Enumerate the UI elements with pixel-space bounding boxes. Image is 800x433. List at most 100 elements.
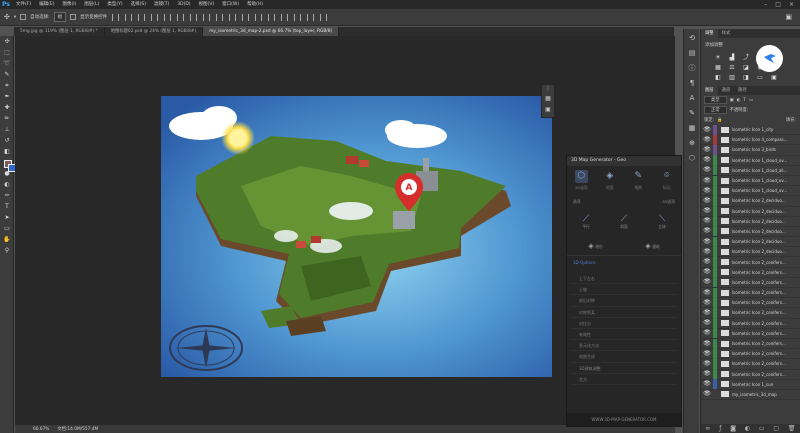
actions-panel-icon[interactable]: ▣ xyxy=(542,106,554,117)
distribute-center-icon[interactable] xyxy=(242,13,250,21)
brush-parallel[interactable]: ⟋ 平行 xyxy=(582,214,590,230)
shape-icon[interactable]: ▭ xyxy=(1,223,13,234)
menu-item[interactable]: 帮助(H) xyxy=(243,0,267,9)
mask-icon[interactable]: ◙ xyxy=(730,425,736,432)
building-block-button[interactable]: ◈ 建筑 xyxy=(645,242,660,250)
distribute-bottom-icon[interactable] xyxy=(216,13,224,21)
layer-row[interactable]: 👁 Isometric Icon 1_cloud_ov... xyxy=(701,175,800,187)
delete-icon[interactable]: 🗑 xyxy=(788,425,796,432)
plugin-footer-url[interactable]: WWW.3D-MAP-GENERATOR.COM xyxy=(567,413,681,426)
visibility-eye-icon[interactable]: 👁 xyxy=(701,237,713,247)
history-icon[interactable]: ⟲ xyxy=(685,31,699,44)
filter-adjust-icon[interactable]: ◐ xyxy=(737,98,741,103)
minimize-icon[interactable]: – xyxy=(764,1,767,8)
healing-icon[interactable]: ✚ xyxy=(1,102,13,113)
layer-kind-filter[interactable]: 类型 xyxy=(704,96,727,104)
distribute-right-icon[interactable] xyxy=(255,13,263,21)
plugin-list-item[interactable]: 有效性 xyxy=(571,329,677,341)
layer-row[interactable]: 👁 Isometric Icon 2_conifers... xyxy=(701,338,800,350)
layer-row[interactable]: 👁 Isometric Icon 1_cloud_ov... xyxy=(701,185,800,197)
posterize-icon[interactable]: ▥ xyxy=(727,74,737,82)
layer-row[interactable]: 👁 Isometric Icon 1_cloud_ov... xyxy=(701,155,800,166)
layer-row[interactable]: 👁 Isometric Icon 1_city xyxy=(701,124,800,136)
distribute-left-icon[interactable] xyxy=(229,13,237,21)
curves-icon[interactable]: ⤴ xyxy=(741,54,751,62)
layer-row[interactable]: 👁 Isometric Icon 2_conifers... xyxy=(701,369,800,380)
visibility-eye-icon[interactable]: 👁 xyxy=(701,135,713,145)
visibility-eye-icon[interactable]: 👁 xyxy=(701,277,713,287)
maximize-icon[interactable]: □ xyxy=(775,1,781,8)
layer-row[interactable]: 👁 my_isometric_3d_map xyxy=(701,389,800,401)
layer-row[interactable]: 👁 Isometric Icon 2_deciduo... xyxy=(701,195,800,207)
visibility-eye-icon[interactable]: 👁 xyxy=(701,308,713,318)
visibility-eye-icon[interactable]: 👁 xyxy=(701,165,713,175)
visibility-eye-icon[interactable]: 👁 xyxy=(701,318,713,328)
character-icon[interactable]: A xyxy=(685,91,699,104)
layer-row[interactable]: 👁 Isometric Icon 2_conifers... xyxy=(701,307,800,319)
lock-icon[interactable]: 🔒 xyxy=(717,118,722,123)
layer-row[interactable]: 👁 Isometric Icon 2_conifers... xyxy=(701,267,800,278)
fx-icon[interactable]: ƒ xyxy=(719,425,721,432)
brightness-icon[interactable]: ☀ xyxy=(713,54,723,62)
3d-mode-icon[interactable] xyxy=(268,13,276,21)
visibility-eye-icon[interactable]: 👁 xyxy=(701,226,713,236)
3d-roll-icon[interactable] xyxy=(294,13,302,21)
zoom-level[interactable]: 66.67% xyxy=(33,427,49,432)
pen-icon[interactable]: ✑ xyxy=(1,190,13,201)
info-icon[interactable]: ⓘ xyxy=(685,61,699,74)
3d-panel-icon[interactable]: ⬡ xyxy=(685,151,699,164)
visibility-eye-icon[interactable]: 👁 xyxy=(701,216,713,226)
plugin-list-item[interactable]: 对比分 xyxy=(571,318,677,329)
plugin-list-item[interactable]: 地图生成 xyxy=(571,351,677,363)
tab-paths[interactable]: 路径 xyxy=(734,86,751,95)
tool-preset-icon[interactable]: ▾ xyxy=(14,15,16,20)
link-icon[interactable]: ∞ xyxy=(705,425,710,432)
workspace-icon[interactable]: ▣ xyxy=(785,13,792,21)
layer-row[interactable]: 👁 Isometric Icon 2_conifers... xyxy=(701,318,800,329)
filter-pixel-icon[interactable]: ▣ xyxy=(730,98,734,103)
close-icon[interactable]: × xyxy=(789,1,794,8)
layer-row[interactable]: 👁 Isometric Icon 2_conifers... xyxy=(701,297,800,309)
blend-mode-dropdown[interactable]: 正常 xyxy=(704,106,727,114)
black-white-icon[interactable]: ◪ xyxy=(741,64,751,72)
layer-row[interactable]: 👁 Isometric Icon 2_conifers... xyxy=(701,287,800,299)
document-tab[interactable]: my_isometric_3d_map-2.psd @ 66.7% (top_l… xyxy=(203,27,340,36)
layer-row[interactable]: 👁 Isometric Icon 4_compass... xyxy=(701,134,800,146)
tab-styles[interactable]: 样式 xyxy=(718,29,735,38)
color-balance-icon[interactable]: ⚖ xyxy=(727,64,737,72)
layer-row[interactable]: 👁 Isometric Icon 2_deciduo... xyxy=(701,226,800,238)
tab-channels[interactable]: 通道 xyxy=(718,86,735,95)
align-left-icon[interactable] xyxy=(151,13,159,21)
layer-row[interactable]: 👁 Isometric Icon 2_deciduo... xyxy=(701,236,800,248)
marquee-icon[interactable]: ⬚ xyxy=(1,47,13,58)
adjust-layer-icon[interactable]: ◐ xyxy=(745,425,750,432)
plugin-3d-options-label[interactable]: 3D选项 xyxy=(662,199,675,205)
layer-row[interactable]: 👁 Isometric Icon 1_sun xyxy=(701,379,800,390)
visibility-eye-icon[interactable]: 👁 xyxy=(701,155,713,165)
visibility-eye-icon[interactable]: 👁 xyxy=(701,369,713,379)
plugin-list-item[interactable]: 上坡 xyxy=(571,284,677,296)
new-layer-icon[interactable]: ▢ xyxy=(773,425,779,432)
plugin-tab-marker[interactable]: ⌾ 标记 xyxy=(657,170,677,196)
brush-solid[interactable]: ⟍ 立体 xyxy=(658,214,666,230)
properties-icon[interactable]: ▤ xyxy=(685,46,699,59)
magic-wand-icon[interactable]: ✎ xyxy=(1,69,13,80)
layer-row[interactable]: 👁 Isometric Icon 3_birds xyxy=(701,144,800,156)
plugin-list-item[interactable]: 对称到某 xyxy=(571,307,677,318)
visibility-eye-icon[interactable]: 👁 xyxy=(701,298,713,308)
auto-select-checkbox[interactable] xyxy=(20,14,27,20)
tab-adjustments[interactable]: 调整 xyxy=(701,29,718,38)
visibility-eye-icon[interactable]: 👁 xyxy=(701,389,713,399)
eraser-icon[interactable]: ◧ xyxy=(1,146,13,157)
visibility-eye-icon[interactable]: 👁 xyxy=(701,247,713,257)
terrain-block-button[interactable]: ◈ 地形 xyxy=(588,242,603,250)
paragraph-icon[interactable]: ¶ xyxy=(685,76,699,89)
path-select-icon[interactable]: ➤ xyxy=(1,212,13,223)
dodge-icon[interactable]: ◐ xyxy=(1,179,13,190)
align-middle-icon[interactable] xyxy=(125,13,133,21)
document-tab[interactable]: 地图标题02.psd @ 24% (图层 1, RGB/8#) xyxy=(105,27,204,36)
plugin-list-item[interactable]: 北方 xyxy=(571,374,677,385)
align-center-icon[interactable] xyxy=(164,13,172,21)
align-bottom-icon[interactable] xyxy=(138,13,146,21)
move-icon[interactable]: ✣ xyxy=(1,36,13,47)
